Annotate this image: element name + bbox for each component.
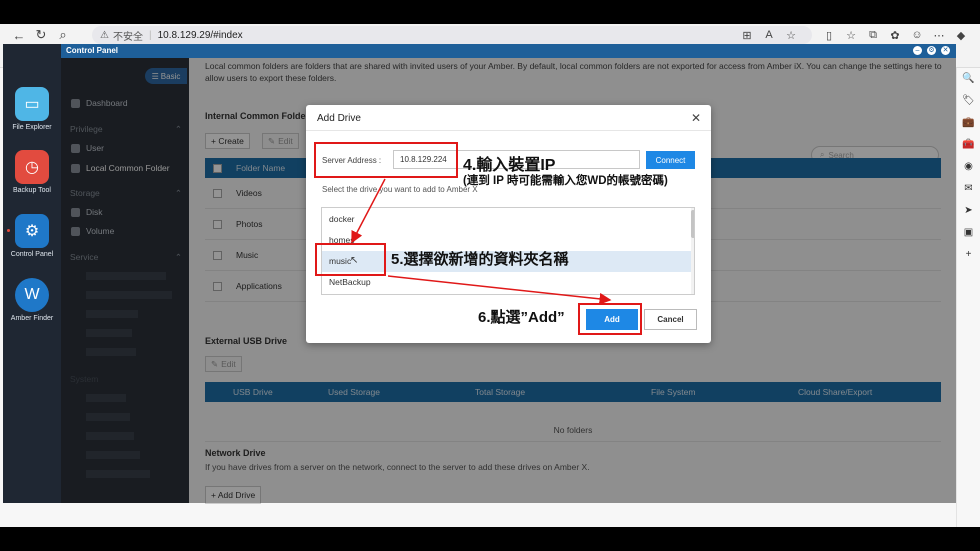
screen: ← ↻ ⌕ ⚠ 不安全 | 10.8.129.29/#index ⊞ A ☆ ▯… — [0, 0, 980, 551]
arrow-to-add — [387, 275, 612, 305]
annotation-arrows — [351, 178, 612, 305]
step6-label: 6.點選”Add” — [478, 309, 565, 326]
step5-label: 5.選擇欲新增的資料夾名稱 — [391, 251, 569, 268]
arrow-to-music — [351, 178, 386, 244]
step4-note: (連到 IP 時可能需輸入您WD的帳號密碼) — [463, 175, 668, 187]
